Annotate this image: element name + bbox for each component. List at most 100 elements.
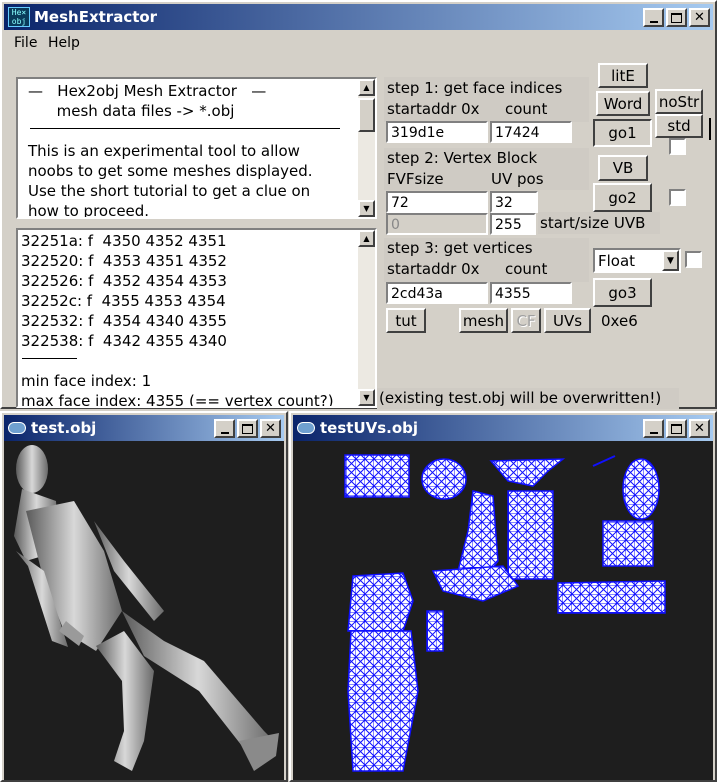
uv-island — [489, 458, 566, 487]
main-window: He× obj MeshExtractor ✕ File Help — Hex2o… — [0, 0, 717, 409]
uv-wireframe — [344, 454, 666, 772]
obj-window-title: test.obj — [31, 419, 97, 437]
minimize-button[interactable] — [214, 419, 235, 438]
uvb-start-input: 0 — [386, 213, 488, 235]
text-cursor — [709, 118, 711, 140]
obj-titlebar[interactable]: test.obj ✕ — [4, 415, 284, 441]
minimize-button[interactable] — [643, 8, 664, 27]
window-icon — [297, 422, 315, 434]
scroll-thumb[interactable] — [358, 98, 375, 132]
cf-button: CF — [511, 308, 541, 333]
step3-count-input[interactable]: 4355 — [490, 282, 572, 304]
window-title: MeshExtractor — [34, 8, 158, 26]
uv-island — [347, 572, 414, 632]
uv-island — [347, 630, 419, 772]
close-button[interactable]: ✕ — [689, 8, 710, 27]
lite-button[interactable]: litE — [598, 63, 648, 88]
go2-button[interactable]: go2 — [593, 183, 652, 212]
info-scrollbar[interactable]: ▲ ▼ — [358, 79, 375, 217]
output-text-line: min face index: 1 — [21, 372, 152, 390]
close-button[interactable]: ✕ — [260, 419, 281, 438]
step1-title: step 1: get face indices — [387, 79, 563, 97]
close-icon: ✕ — [694, 421, 705, 436]
minimize-icon — [220, 431, 229, 434]
uvpos-input[interactable]: 32 — [490, 191, 538, 213]
uv-island — [421, 458, 467, 500]
maximize-button[interactable] — [666, 8, 687, 27]
uv-titlebar[interactable]: testUVs.obj ✕ — [293, 415, 713, 441]
output-text-line: 32252c: f 4355 4353 4354 — [21, 292, 226, 310]
menu-file[interactable]: File — [14, 35, 37, 51]
step1-checkbox[interactable] — [669, 138, 686, 155]
main-titlebar[interactable]: He× obj MeshExtractor ✕ — [4, 4, 713, 30]
step3-startaddr-input[interactable]: 2cd43a — [386, 282, 488, 304]
info-text-line: how to proceed. — [28, 202, 150, 219]
divider — [30, 128, 340, 129]
maximize-icon — [671, 12, 682, 23]
vb-button[interactable]: VB — [598, 155, 648, 181]
uvb-label: start/size UVB — [540, 214, 646, 232]
uv-island — [344, 454, 410, 498]
step1-count-input[interactable]: 17424 — [490, 121, 572, 143]
output-text-line — [21, 351, 334, 371]
maximize-icon — [242, 423, 253, 434]
output-textbox[interactable]: 32251a: f 4350 4352 4351 322520: f 4353 4… — [16, 228, 377, 408]
close-icon: ✕ — [265, 421, 276, 436]
chevron-down-icon[interactable]: ▼ — [662, 250, 679, 271]
std-button[interactable]: std — [655, 114, 703, 138]
step1-startaddr-input[interactable]: 319d1e — [386, 121, 488, 143]
uvs-button[interactable]: UVs — [544, 308, 591, 333]
maximize-button[interactable] — [666, 419, 687, 438]
scroll-down-arrow-icon[interactable]: ▼ — [358, 200, 375, 217]
step3-count-label: count — [505, 260, 548, 278]
mesh-3d-viewport[interactable] — [4, 441, 284, 780]
minimize-icon — [649, 20, 658, 23]
step2-checkbox[interactable] — [669, 189, 686, 206]
go3-button[interactable]: go3 — [593, 278, 652, 307]
overwrite-warning: (existing test.obj will be overwritten!) — [379, 389, 662, 407]
info-text-line: noobs to get some meshes displayed. — [28, 162, 313, 180]
vertex-format-value: Float — [598, 252, 636, 270]
fvfsize-input[interactable]: 72 — [386, 191, 488, 213]
divider — [22, 358, 77, 359]
info-text-line: mesh data files -> *.obj — [28, 102, 235, 120]
uv-window-title: testUVs.obj — [320, 419, 419, 437]
step3-checkbox[interactable] — [685, 251, 702, 268]
maximize-button[interactable] — [237, 419, 258, 438]
info-text-line: Use the short tutorial to get a clue on — [28, 182, 311, 200]
step1-count-label: count — [505, 100, 548, 118]
output-text-line: 322532: f 4354 4340 4355 — [21, 312, 227, 330]
uv-island — [426, 610, 444, 652]
uvb-size-input[interactable]: 255 — [490, 213, 536, 235]
mesh-button[interactable]: mesh — [459, 308, 508, 333]
output-text-line: 322538: f 4342 4355 4340 — [21, 332, 227, 350]
scroll-up-arrow-icon[interactable]: ▲ — [358, 230, 375, 247]
vertex-format-select[interactable]: Float ▼ — [593, 248, 681, 273]
uv-island — [431, 565, 520, 602]
info-text-line — [28, 121, 313, 141]
scroll-down-arrow-icon[interactable]: ▼ — [358, 389, 375, 406]
info-text-line: This is an experimental tool to allow — [28, 142, 300, 160]
hex2obj-app-icon: He× obj — [8, 7, 30, 27]
uv-viewport[interactable] — [293, 441, 713, 780]
uv-window: testUVs.obj ✕ — [289, 411, 717, 782]
step2-title: step 2: Vertex Block — [387, 149, 538, 167]
close-button[interactable]: ✕ — [689, 419, 710, 438]
hex-readout: 0xe6 — [601, 312, 638, 330]
scroll-up-arrow-icon[interactable]: ▲ — [358, 79, 375, 96]
minimize-button[interactable] — [643, 419, 664, 438]
go1-button[interactable]: go1 — [593, 119, 652, 147]
menu-help[interactable]: Help — [48, 35, 80, 51]
menubar: File Help — [4, 32, 713, 54]
info-textbox[interactable]: — Hex2obj Mesh Extractor — mesh data fil… — [16, 77, 377, 219]
tut-button[interactable]: tut — [386, 308, 426, 333]
fvfsize-label: FVFsize — [387, 170, 444, 188]
nostr-button[interactable]: noStr — [655, 89, 703, 114]
output-text-line: 322520: f 4353 4351 4352 — [21, 252, 227, 270]
output-scrollbar[interactable]: ▲ ▼ — [358, 230, 375, 406]
window-icon — [8, 422, 26, 434]
obj-window: test.obj ✕ — [0, 411, 288, 782]
word-button[interactable]: Word — [596, 91, 650, 116]
uvpos-label: UV pos — [491, 170, 544, 188]
close-icon: ✕ — [694, 10, 705, 25]
